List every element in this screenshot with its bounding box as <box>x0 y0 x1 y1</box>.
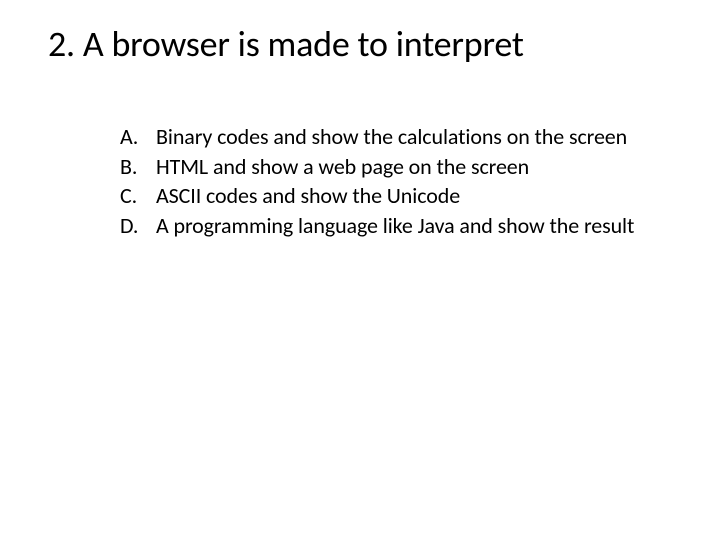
option-a: A. Binary codes and show the calculation… <box>120 123 672 151</box>
option-marker: D. <box>120 212 150 240</box>
option-text: HTML and show a web page on the screen <box>156 153 529 180</box>
option-text: Binary codes and show the calculations o… <box>156 123 627 150</box>
option-d: D. A programming language like Java and … <box>120 212 672 240</box>
question-title: 2. A browser is made to interpret <box>48 24 672 65</box>
option-c: C. ASCII codes and show the Unicode <box>120 182 672 210</box>
option-text: A programming language like Java and sho… <box>156 212 634 239</box>
option-marker: C. <box>120 182 150 210</box>
option-marker: A. <box>120 123 150 151</box>
options-list: A. Binary codes and show the calculation… <box>48 123 672 239</box>
option-text: ASCII codes and show the Unicode <box>156 182 460 209</box>
option-marker: B. <box>120 153 150 181</box>
slide-container: 2. A browser is made to interpret A. Bin… <box>0 0 720 239</box>
option-b: B. HTML and show a web page on the scree… <box>120 153 672 181</box>
